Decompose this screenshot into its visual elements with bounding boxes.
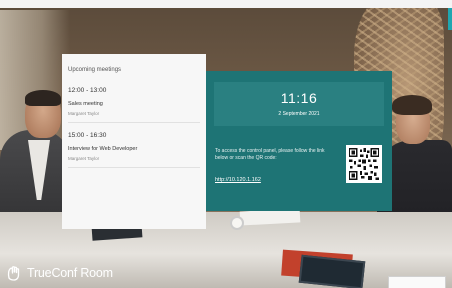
control-panel-link[interactable]: http://10.120.1.162 xyxy=(215,177,261,183)
teal-edge xyxy=(448,8,452,30)
clock-time: 11:16 xyxy=(280,90,318,106)
control-info-panel: 11:16 2 September 2021 To access the con… xyxy=(206,71,392,211)
upcoming-meetings-panel: Upcoming meetings 12:00 - 13:00 Sales me… xyxy=(62,54,206,229)
upcoming-meetings-title: Upcoming meetings xyxy=(68,67,122,73)
meeting-host: Margaret Taylor xyxy=(68,156,100,161)
brand-name: TrueConf Room xyxy=(27,266,113,280)
meeting-item[interactable]: 15:00 - 16:30 Interview for Web Develope… xyxy=(68,132,200,168)
person-right-hair xyxy=(392,95,432,115)
meeting-name: Interview for Web Developer xyxy=(68,146,138,152)
cup xyxy=(232,218,242,228)
person-left-hair xyxy=(25,90,61,106)
qr-code-icon[interactable] xyxy=(346,145,382,183)
meeting-item[interactable]: 12:00 - 13:00 Sales meeting Margaret Tay… xyxy=(68,87,200,123)
meeting-host: Margaret Taylor xyxy=(68,111,100,116)
nameplate xyxy=(388,276,446,288)
meeting-name: Sales meeting xyxy=(68,101,103,107)
tablet xyxy=(298,254,366,288)
frame-top xyxy=(0,0,452,8)
trueconf-room-branding: TrueConf Room xyxy=(6,264,113,282)
clock: 11:16 2 September 2021 xyxy=(214,82,384,126)
meeting-time: 12:00 - 13:00 xyxy=(68,87,107,94)
clock-date: 2 September 2021 xyxy=(278,111,320,117)
meeting-time: 15:00 - 16:30 xyxy=(68,132,107,139)
access-instructions: To access the control panel, please foll… xyxy=(215,148,325,161)
trueconf-logo-icon xyxy=(6,264,24,282)
